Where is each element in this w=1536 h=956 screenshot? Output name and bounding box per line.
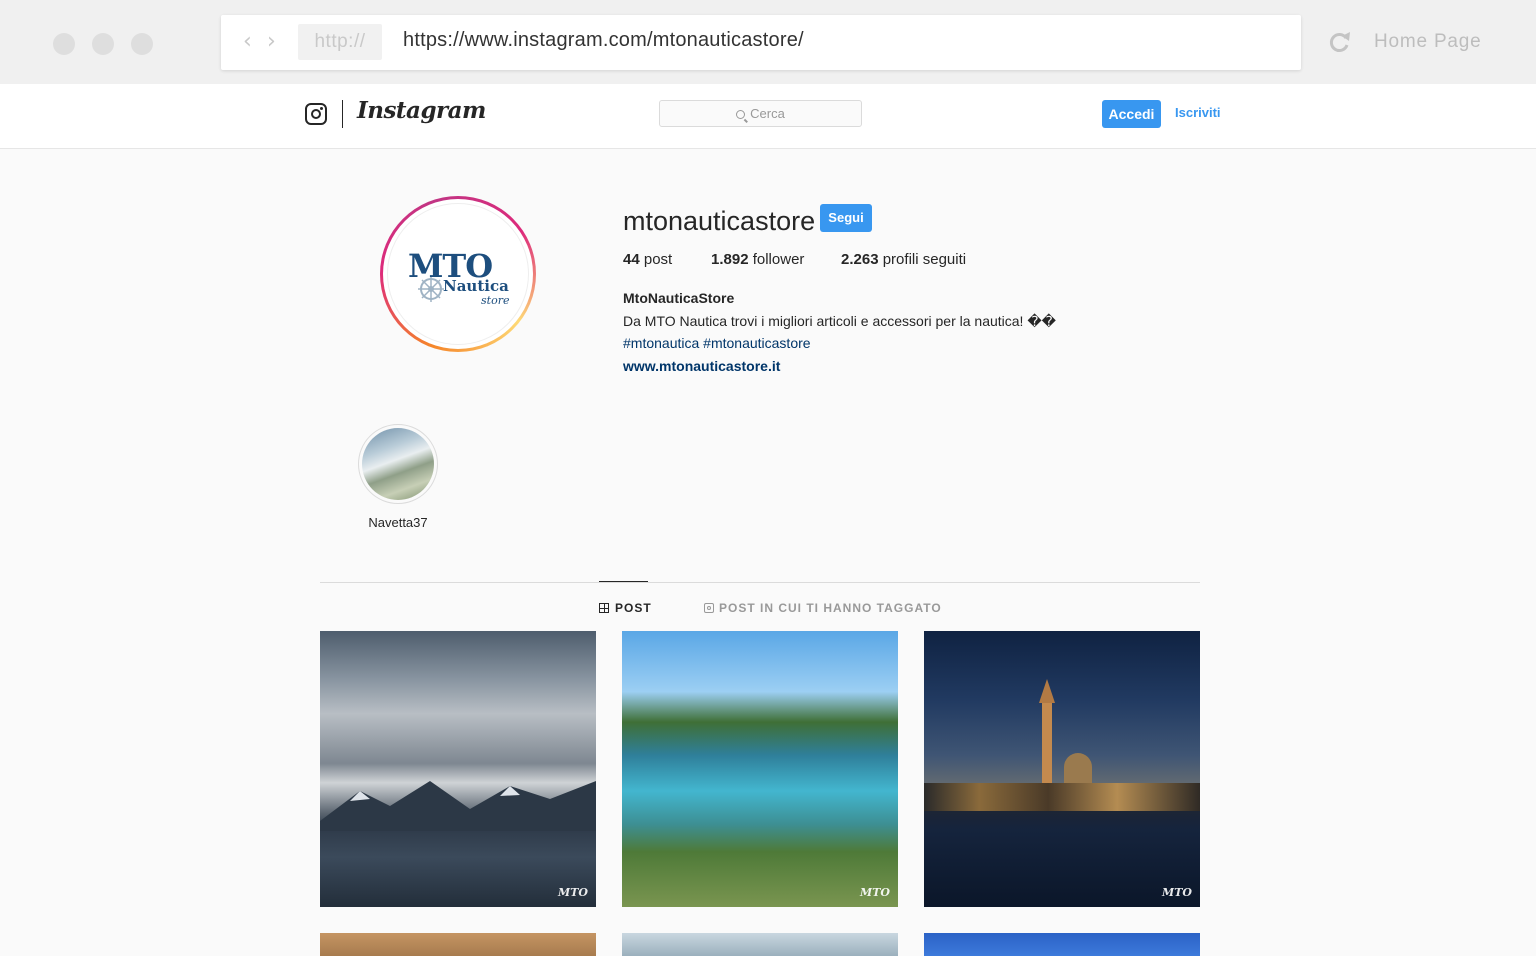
address-bar[interactable]: ‹ › http:// https://www.instagram.com/mt… — [221, 15, 1301, 70]
profile-bio: Da MTO Nautica trovi i migliori articoli… — [623, 313, 1057, 329]
post-watermark: MTO — [860, 886, 890, 899]
active-tab-indicator — [599, 581, 648, 582]
highlight-thumbnail — [362, 428, 434, 500]
stat-posts[interactable]: 44 post — [623, 251, 672, 268]
instagram-camera-icon[interactable] — [305, 103, 327, 125]
highlight-label: Navetta37 — [368, 515, 428, 530]
stat-count: 2.263 — [841, 251, 879, 268]
search-icon — [736, 110, 746, 119]
reload-icon[interactable] — [1326, 26, 1352, 58]
stat-following[interactable]: 2.263 profili seguiti — [841, 251, 966, 268]
post-thumbnail[interactable]: MTO — [924, 631, 1200, 907]
profile-avatar[interactable]: MTO Nautica store — [380, 196, 536, 352]
header-separator — [342, 100, 343, 128]
tab-posts[interactable]: POST — [599, 601, 652, 615]
profile-hashtags[interactable]: #mtonautica #mtonauticastore — [623, 335, 811, 351]
tab-tagged[interactable]: POST IN CUI TI HANNO TAGGATO — [704, 601, 942, 615]
post-thumbnail[interactable]: MTO — [320, 631, 596, 907]
tab-label: POST IN CUI TI HANNO TAGGATO — [719, 601, 942, 615]
stat-count: 44 — [623, 251, 640, 268]
browser-chrome: ‹ › http:// https://www.instagram.com/mt… — [0, 0, 1536, 84]
post-thumbnail[interactable] — [320, 933, 596, 956]
window-close-dot[interactable] — [53, 33, 75, 55]
stat-followers[interactable]: 1.892 follower — [711, 251, 804, 268]
stat-label: post — [643, 251, 673, 268]
stat-label: follower — [752, 251, 805, 268]
post-watermark: MTO — [1162, 886, 1192, 899]
window-maximize-dot[interactable] — [131, 33, 153, 55]
tagged-icon — [704, 603, 714, 613]
mountains-graphic — [320, 781, 596, 831]
follow-button[interactable]: Segui — [820, 204, 872, 232]
home-page-link[interactable]: Home Page — [1374, 31, 1482, 53]
post-thumbnail[interactable] — [924, 933, 1200, 956]
highlight-navetta37[interactable] — [358, 424, 438, 504]
stat-count: 1.892 — [711, 251, 749, 268]
instagram-header: Instagram Cerca Accedi Iscriviti — [0, 84, 1536, 149]
grid-icon — [599, 603, 609, 613]
instagram-wordmark[interactable]: Instagram — [357, 97, 486, 124]
forward-icon[interactable]: › — [267, 29, 276, 54]
tabs-divider — [320, 582, 1200, 583]
url-text[interactable]: https://www.instagram.com/mtonauticastor… — [403, 29, 804, 52]
tab-label: POST — [615, 601, 652, 615]
dome-graphic — [1064, 753, 1092, 783]
protocol-label: http:// — [298, 24, 382, 60]
signup-link[interactable]: Iscriviti — [1175, 105, 1221, 120]
post-thumbnail[interactable]: MTO — [622, 631, 898, 907]
post-thumbnail[interactable] — [622, 933, 898, 956]
search-placeholder: Cerca — [750, 106, 785, 121]
window-minimize-dot[interactable] — [92, 33, 114, 55]
profile-full-name: MtoNauticaStore — [623, 290, 735, 306]
logo-store-text: store — [481, 294, 510, 307]
stat-label: profili seguiti — [882, 251, 967, 268]
skyline-graphic — [924, 783, 1200, 811]
login-button[interactable]: Accedi — [1102, 100, 1161, 128]
profile-username: mtonauticastore — [623, 206, 816, 236]
post-watermark: MTO — [558, 886, 588, 899]
back-icon[interactable]: ‹ — [243, 29, 252, 54]
profile-website-link[interactable]: www.mtonauticastore.it — [623, 358, 780, 374]
logo-nautica-text: Nautica — [443, 277, 509, 295]
search-input[interactable]: Cerca — [659, 100, 862, 127]
